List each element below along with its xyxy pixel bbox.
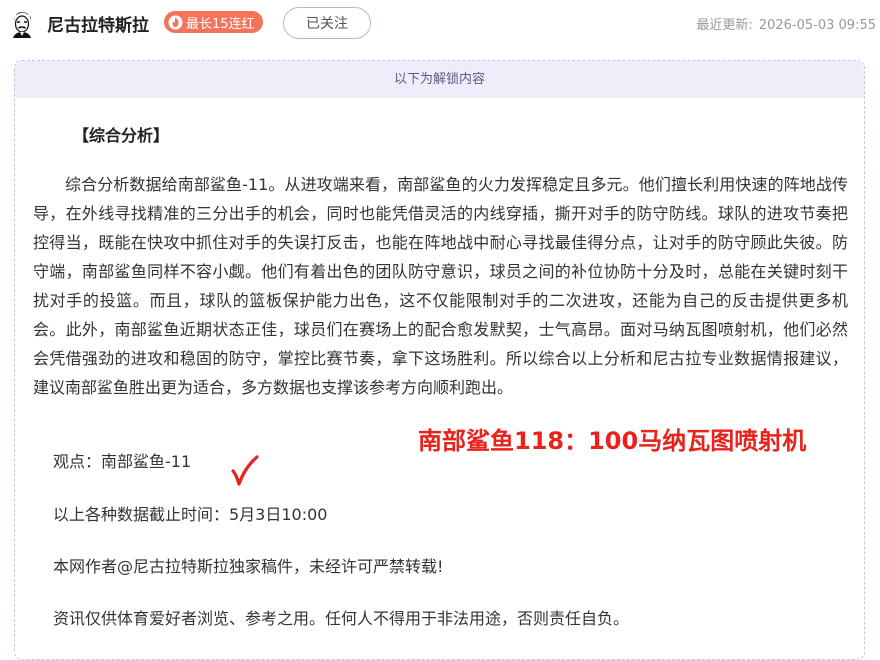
flame-icon — [168, 14, 183, 30]
avatar[interactable] — [6, 8, 38, 40]
last-updated-timestamp: 2026-05-03 09:55 — [758, 18, 876, 33]
analysis-paragraph: 综合分析数据给南部鲨鱼-11。从进攻端来看，南部鲨鱼的火力发挥稳定且多元。他们擅… — [33, 175, 848, 397]
copyright-notice: 本网作者@尼古拉特斯拉独家稿件，未经许可严禁转载! — [53, 557, 444, 576]
check-mark-icon — [231, 455, 259, 486]
author-name[interactable]: 尼古拉特斯拉 — [47, 11, 149, 36]
article-content: 【综合分析】 综合分析数据给南部鲨鱼-11。从进攻端来看，南部鲨鱼的火力发挥稳定… — [33, 123, 848, 418]
section-title: 【综合分析】 — [73, 126, 170, 145]
follow-button[interactable]: 已关注 — [283, 7, 371, 39]
unlocked-content-panel: 以下为解锁内容 【综合分析】 综合分析数据给南部鲨鱼-11。从进攻端来看，南部鲨… — [14, 60, 865, 660]
result-stamp: 南部鲨鱼118：100马纳瓦图喷射机 — [418, 427, 807, 455]
last-updated: 最近更新: 2026-05-03 09:55 — [696, 14, 876, 33]
data-cutoff-line: 以上各种数据截止时间：5月3日10:00 — [53, 505, 328, 524]
streak-badge-label: 最长15连红 — [186, 16, 255, 32]
disclaimer-notice: 资讯仅供体育爱好者浏览、参考之用。任何人不得用于非法用途，否则责任自负。 — [53, 609, 630, 628]
streak-badge: 最长15连红 — [164, 11, 263, 33]
last-updated-label: 最近更新: — [696, 18, 753, 33]
article-header: 尼古拉特斯拉 最长15连红 已关注 最近更新: 2026-05-03 09:55 — [0, 0, 880, 50]
viewpoint-line: 观点：南部鲨鱼-11 — [53, 452, 192, 471]
unlock-banner: 以下为解锁内容 — [15, 61, 864, 98]
